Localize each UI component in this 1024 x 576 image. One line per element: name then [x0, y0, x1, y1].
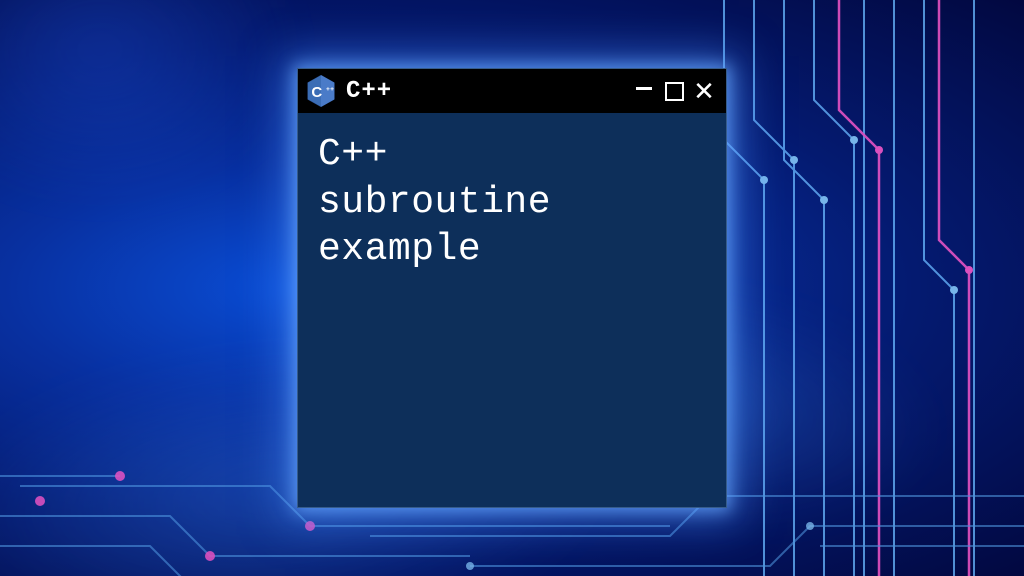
minimize-button[interactable]	[632, 79, 656, 103]
svg-text:+: +	[330, 86, 334, 93]
maximize-button[interactable]	[662, 79, 686, 103]
window-titlebar[interactable]: C + + C++ ✕	[298, 69, 726, 113]
cpp-logo-icon: C + +	[306, 74, 336, 108]
window-title: C++	[346, 78, 622, 105]
window-content: C++ subroutine example	[298, 113, 726, 507]
app-window: C + + C++ ✕ C++ subroutine example	[297, 68, 727, 508]
svg-text:C: C	[311, 84, 322, 101]
content-line-2: subroutine	[318, 179, 706, 227]
close-button[interactable]: ✕	[692, 79, 716, 103]
content-line-1: C++	[318, 131, 706, 179]
content-line-3: example	[318, 226, 706, 274]
window-controls: ✕	[632, 79, 716, 103]
